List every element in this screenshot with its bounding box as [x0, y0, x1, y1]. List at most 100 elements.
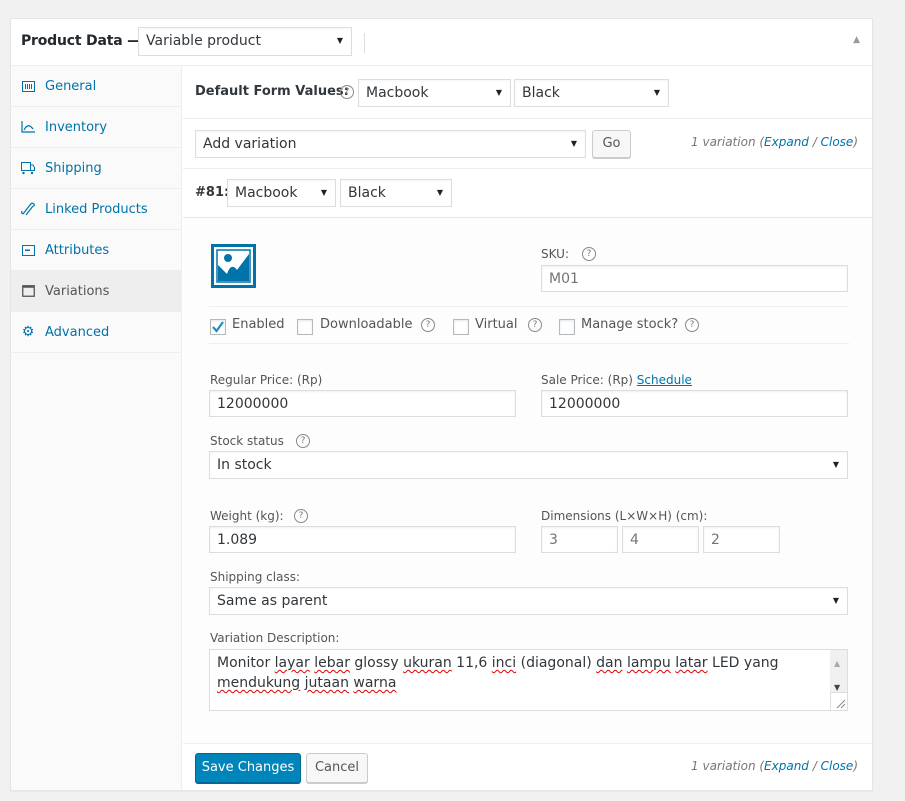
image-placeholder-icon[interactable] [211, 244, 256, 292]
manage-stock-label: Manage stock? [581, 317, 679, 332]
regular-price-label: Regular Price: (Rp) [210, 373, 323, 387]
misspelled-word: ukuran [403, 655, 452, 671]
help-icon[interactable]: ? [340, 85, 354, 99]
sale-price-input[interactable] [541, 390, 848, 417]
stock-status-value: In stock [217, 457, 272, 473]
default-form-values-row: Default Form Values: ? Macbook ▼ Black ▼ [183, 66, 872, 119]
sku-input[interactable] [541, 265, 848, 292]
tab-label: Attributes [45, 242, 110, 258]
word: glossy [354, 655, 399, 671]
sale-price-label-text: Sale Price: (Rp) [541, 373, 633, 387]
length-input[interactable] [541, 526, 618, 553]
barcode-icon [21, 79, 35, 93]
close-link[interactable]: Close [821, 759, 854, 773]
help-icon[interactable]: ? [296, 434, 310, 448]
shipping-class-value: Same as parent [217, 593, 328, 609]
default-attr2-select[interactable]: Black ▼ [514, 79, 669, 107]
variation-id: #81: [195, 185, 230, 200]
tab-label: Inventory [45, 119, 108, 135]
tab-attributes[interactable]: Attributes [11, 230, 181, 271]
word: 11,6 [456, 655, 488, 671]
chevron-down-icon: ▼ [320, 188, 327, 197]
expand-link[interactable]: Expand [764, 759, 809, 773]
divider [209, 306, 849, 307]
tab-inventory[interactable]: Inventory [11, 107, 181, 148]
textarea-scrollbar[interactable]: ▲ ▼ [830, 650, 847, 692]
misspelled-word: lampu [626, 655, 671, 671]
help-icon[interactable]: ? [685, 318, 699, 332]
add-variation-select[interactable]: Add variation ▼ [195, 130, 586, 158]
misspelled-word: layar [274, 655, 310, 671]
regular-price-input[interactable] [209, 390, 516, 417]
variation-attr2-value: Black [348, 185, 386, 201]
tab-linked-products[interactable]: Linked Products [11, 189, 181, 230]
description-textarea[interactable]: Monitor layar lebar glossy ukuran 11,6 i… [209, 649, 848, 711]
tab-shipping[interactable]: Shipping [11, 148, 181, 189]
cancel-button[interactable]: Cancel [306, 753, 368, 783]
window-icon [21, 284, 35, 298]
variation-attr1-select[interactable]: Macbook ▼ [227, 179, 336, 207]
stock-status-select[interactable]: In stock ▼ [209, 451, 848, 479]
checkmark-icon [212, 321, 224, 333]
chevron-down-icon: ▼ [336, 36, 343, 45]
help-icon[interactable]: ? [421, 318, 435, 332]
tab-label: Shipping [45, 160, 102, 176]
tab-general[interactable]: General [11, 66, 181, 107]
variation-header-row[interactable]: #81: Macbook ▼ Black ▼ [183, 169, 872, 218]
scroll-up-icon[interactable]: ▲ [834, 654, 840, 674]
virtual-checkbox[interactable] [453, 319, 469, 335]
help-icon[interactable]: ? [294, 509, 308, 523]
panel-title: Product Data — [21, 33, 141, 49]
save-changes-button[interactable]: Save Changes [195, 753, 301, 783]
list-icon [21, 243, 35, 257]
enabled-label: Enabled [232, 317, 285, 332]
word: LED [712, 655, 740, 671]
height-input[interactable] [703, 526, 780, 553]
resize-handle-icon[interactable] [830, 692, 847, 710]
variation-body: SKU: ? Enabled Downloadable ? Virtual ? … [183, 218, 872, 743]
chevron-down-icon: ▼ [436, 188, 443, 197]
description-label: Variation Description: [210, 631, 340, 645]
variations-footer: Save Changes Cancel 1 variation (Expand … [183, 743, 872, 790]
slash: / [808, 135, 821, 149]
misspelled-word: dan [596, 655, 623, 671]
link-icon [21, 202, 35, 216]
misspelled-word: inci [491, 655, 517, 671]
tab-label: Linked Products [45, 201, 148, 217]
shipping-class-select[interactable]: Same as parent ▼ [209, 587, 848, 615]
close-link[interactable]: Close [821, 135, 854, 149]
width-input[interactable] [622, 526, 699, 553]
help-icon[interactable]: ? [582, 247, 596, 261]
schedule-link[interactable]: Schedule [637, 373, 692, 387]
default-attr1-select[interactable]: Macbook ▼ [358, 79, 511, 107]
variation-count: 1 variation (Expand / Close) [691, 759, 858, 773]
collapse-toggle-icon[interactable]: ▲ [853, 35, 860, 45]
divider [209, 343, 849, 344]
truck-icon [21, 161, 35, 175]
help-icon[interactable]: ? [528, 318, 542, 332]
weight-label: Weight (kg): [210, 509, 284, 523]
misspelled-word: latar [675, 655, 708, 671]
enabled-checkbox[interactable] [210, 319, 226, 335]
add-variation-row: Add variation ▼ Go 1 variation (Expand /… [183, 119, 872, 169]
default-attr2-value: Black [522, 85, 560, 101]
variation-attr2-select[interactable]: Black ▼ [340, 179, 452, 207]
variation-count-text: 1 variation [691, 135, 756, 149]
downloadable-checkbox[interactable] [297, 319, 313, 335]
dimensions-label: Dimensions (L×W×H) (cm): [541, 509, 708, 523]
word: (diagonal) [520, 655, 592, 671]
word: yang [743, 655, 779, 671]
description-text: Monitor layar lebar glossy ukuran 11,6 i… [217, 655, 779, 691]
shipping-class-label: Shipping class: [210, 570, 300, 584]
weight-input[interactable] [209, 526, 516, 553]
variations-panel: Default Form Values: ? Macbook ▼ Black ▼… [183, 66, 872, 790]
go-button[interactable]: Go [592, 130, 631, 158]
variation-count-text: 1 variation [691, 759, 756, 773]
manage-stock-checkbox[interactable] [559, 319, 575, 335]
tab-advanced[interactable]: ⚙ Advanced [11, 312, 181, 353]
product-type-select[interactable]: Variable product ▼ [138, 27, 352, 56]
variation-count: 1 variation (Expand / Close) [691, 135, 858, 149]
add-variation-value: Add variation [203, 136, 297, 152]
expand-link[interactable]: Expand [764, 135, 809, 149]
tab-variations[interactable]: Variations [11, 271, 181, 312]
